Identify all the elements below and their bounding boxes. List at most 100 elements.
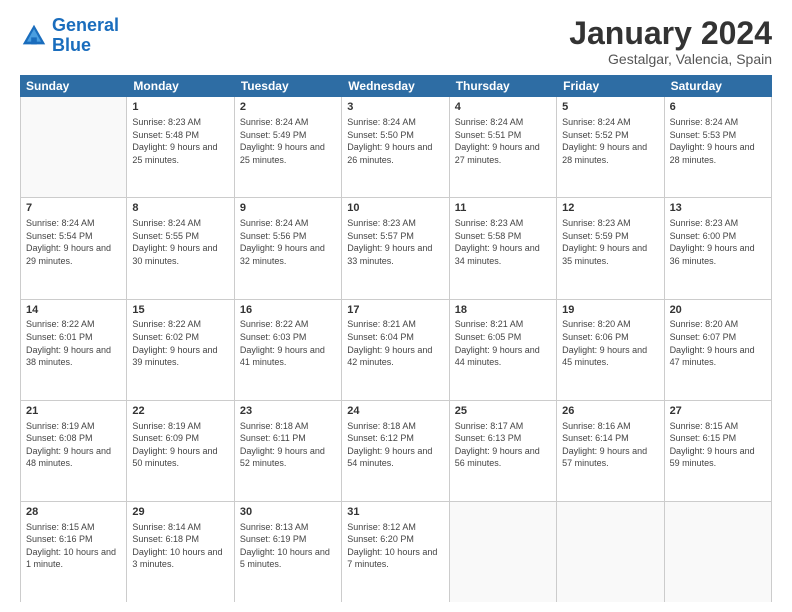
- cal-cell-3-0: 21Sunrise: 8:19 AMSunset: 6:08 PMDayligh…: [20, 401, 127, 501]
- cell-info: Sunrise: 8:18 AMSunset: 6:12 PMDaylight:…: [347, 420, 443, 470]
- day-number: 17: [347, 303, 443, 318]
- header-day-tuesday: Tuesday: [235, 75, 342, 97]
- calendar-header: SundayMondayTuesdayWednesdayThursdayFrid…: [20, 75, 772, 97]
- cal-cell-4-3: 31Sunrise: 8:12 AMSunset: 6:20 PMDayligh…: [342, 502, 449, 602]
- cal-cell-1-4: 11Sunrise: 8:23 AMSunset: 5:58 PMDayligh…: [450, 198, 557, 298]
- day-number: 2: [240, 100, 336, 115]
- day-number: 26: [562, 404, 658, 419]
- day-number: 20: [670, 303, 766, 318]
- logo-line1: General: [52, 15, 119, 35]
- day-number: 24: [347, 404, 443, 419]
- cal-cell-3-3: 24Sunrise: 8:18 AMSunset: 6:12 PMDayligh…: [342, 401, 449, 501]
- cal-cell-3-4: 25Sunrise: 8:17 AMSunset: 6:13 PMDayligh…: [450, 401, 557, 501]
- cal-cell-2-5: 19Sunrise: 8:20 AMSunset: 6:06 PMDayligh…: [557, 300, 664, 400]
- cell-info: Sunrise: 8:23 AMSunset: 5:57 PMDaylight:…: [347, 217, 443, 267]
- cal-cell-0-6: 6Sunrise: 8:24 AMSunset: 5:53 PMDaylight…: [665, 97, 772, 197]
- day-number: 3: [347, 100, 443, 115]
- day-number: 19: [562, 303, 658, 318]
- day-number: 8: [132, 201, 228, 216]
- cal-cell-4-0: 28Sunrise: 8:15 AMSunset: 6:16 PMDayligh…: [20, 502, 127, 602]
- cal-cell-4-4: [450, 502, 557, 602]
- cell-info: Sunrise: 8:22 AMSunset: 6:03 PMDaylight:…: [240, 318, 336, 368]
- day-number: 10: [347, 201, 443, 216]
- day-number: 28: [26, 505, 121, 520]
- cal-cell-2-1: 15Sunrise: 8:22 AMSunset: 6:02 PMDayligh…: [127, 300, 234, 400]
- day-number: 27: [670, 404, 766, 419]
- cal-cell-0-1: 1Sunrise: 8:23 AMSunset: 5:48 PMDaylight…: [127, 97, 234, 197]
- cal-cell-1-5: 12Sunrise: 8:23 AMSunset: 5:59 PMDayligh…: [557, 198, 664, 298]
- week-row-2: 14Sunrise: 8:22 AMSunset: 6:01 PMDayligh…: [20, 300, 772, 401]
- header-day-saturday: Saturday: [665, 75, 772, 97]
- logo: General Blue: [20, 16, 119, 56]
- day-number: 31: [347, 505, 443, 520]
- day-number: 16: [240, 303, 336, 318]
- day-number: 23: [240, 404, 336, 419]
- cal-cell-2-0: 14Sunrise: 8:22 AMSunset: 6:01 PMDayligh…: [20, 300, 127, 400]
- day-number: 4: [455, 100, 551, 115]
- cal-cell-1-6: 13Sunrise: 8:23 AMSunset: 6:00 PMDayligh…: [665, 198, 772, 298]
- cell-info: Sunrise: 8:22 AMSunset: 6:02 PMDaylight:…: [132, 318, 228, 368]
- cell-info: Sunrise: 8:24 AMSunset: 5:50 PMDaylight:…: [347, 116, 443, 166]
- cell-info: Sunrise: 8:20 AMSunset: 6:07 PMDaylight:…: [670, 318, 766, 368]
- cell-info: Sunrise: 8:23 AMSunset: 6:00 PMDaylight:…: [670, 217, 766, 267]
- logo-line2: Blue: [52, 35, 91, 55]
- day-number: 1: [132, 100, 228, 115]
- header: General Blue January 2024 Gestalgar, Val…: [20, 16, 772, 67]
- cal-cell-3-2: 23Sunrise: 8:18 AMSunset: 6:11 PMDayligh…: [235, 401, 342, 501]
- cal-cell-0-4: 4Sunrise: 8:24 AMSunset: 5:51 PMDaylight…: [450, 97, 557, 197]
- cal-cell-4-2: 30Sunrise: 8:13 AMSunset: 6:19 PMDayligh…: [235, 502, 342, 602]
- cell-info: Sunrise: 8:23 AMSunset: 5:59 PMDaylight:…: [562, 217, 658, 267]
- day-number: 6: [670, 100, 766, 115]
- cal-cell-0-2: 2Sunrise: 8:24 AMSunset: 5:49 PMDaylight…: [235, 97, 342, 197]
- day-number: 21: [26, 404, 121, 419]
- day-number: 12: [562, 201, 658, 216]
- cell-info: Sunrise: 8:22 AMSunset: 6:01 PMDaylight:…: [26, 318, 121, 368]
- cell-info: Sunrise: 8:21 AMSunset: 6:04 PMDaylight:…: [347, 318, 443, 368]
- page: General Blue January 2024 Gestalgar, Val…: [0, 0, 792, 612]
- cal-cell-3-6: 27Sunrise: 8:15 AMSunset: 6:15 PMDayligh…: [665, 401, 772, 501]
- day-number: 25: [455, 404, 551, 419]
- cell-info: Sunrise: 8:17 AMSunset: 6:13 PMDaylight:…: [455, 420, 551, 470]
- day-number: 15: [132, 303, 228, 318]
- week-row-3: 21Sunrise: 8:19 AMSunset: 6:08 PMDayligh…: [20, 401, 772, 502]
- cal-cell-1-0: 7Sunrise: 8:24 AMSunset: 5:54 PMDaylight…: [20, 198, 127, 298]
- title-block: January 2024 Gestalgar, Valencia, Spain: [569, 16, 772, 67]
- day-number: 7: [26, 201, 121, 216]
- cell-info: Sunrise: 8:23 AMSunset: 5:58 PMDaylight:…: [455, 217, 551, 267]
- calendar-body: 1Sunrise: 8:23 AMSunset: 5:48 PMDaylight…: [20, 97, 772, 602]
- cell-info: Sunrise: 8:15 AMSunset: 6:15 PMDaylight:…: [670, 420, 766, 470]
- day-number: 11: [455, 201, 551, 216]
- cal-cell-4-5: [557, 502, 664, 602]
- cell-info: Sunrise: 8:15 AMSunset: 6:16 PMDaylight:…: [26, 521, 121, 571]
- subtitle: Gestalgar, Valencia, Spain: [569, 51, 772, 67]
- cal-cell-0-5: 5Sunrise: 8:24 AMSunset: 5:52 PMDaylight…: [557, 97, 664, 197]
- cal-cell-2-4: 18Sunrise: 8:21 AMSunset: 6:05 PMDayligh…: [450, 300, 557, 400]
- cal-cell-2-3: 17Sunrise: 8:21 AMSunset: 6:04 PMDayligh…: [342, 300, 449, 400]
- cell-info: Sunrise: 8:21 AMSunset: 6:05 PMDaylight:…: [455, 318, 551, 368]
- cell-info: Sunrise: 8:24 AMSunset: 5:54 PMDaylight:…: [26, 217, 121, 267]
- cell-info: Sunrise: 8:14 AMSunset: 6:18 PMDaylight:…: [132, 521, 228, 571]
- cal-cell-3-1: 22Sunrise: 8:19 AMSunset: 6:09 PMDayligh…: [127, 401, 234, 501]
- day-number: 29: [132, 505, 228, 520]
- calendar: SundayMondayTuesdayWednesdayThursdayFrid…: [20, 75, 772, 602]
- day-number: 5: [562, 100, 658, 115]
- header-day-sunday: Sunday: [20, 75, 127, 97]
- header-day-thursday: Thursday: [450, 75, 557, 97]
- cell-info: Sunrise: 8:12 AMSunset: 6:20 PMDaylight:…: [347, 521, 443, 571]
- cal-cell-0-0: [20, 97, 127, 197]
- cell-info: Sunrise: 8:19 AMSunset: 6:08 PMDaylight:…: [26, 420, 121, 470]
- cal-cell-0-3: 3Sunrise: 8:24 AMSunset: 5:50 PMDaylight…: [342, 97, 449, 197]
- cell-info: Sunrise: 8:16 AMSunset: 6:14 PMDaylight:…: [562, 420, 658, 470]
- cell-info: Sunrise: 8:20 AMSunset: 6:06 PMDaylight:…: [562, 318, 658, 368]
- week-row-1: 7Sunrise: 8:24 AMSunset: 5:54 PMDaylight…: [20, 198, 772, 299]
- day-number: 18: [455, 303, 551, 318]
- header-day-friday: Friday: [557, 75, 664, 97]
- cell-info: Sunrise: 8:24 AMSunset: 5:53 PMDaylight:…: [670, 116, 766, 166]
- day-number: 30: [240, 505, 336, 520]
- cell-info: Sunrise: 8:24 AMSunset: 5:55 PMDaylight:…: [132, 217, 228, 267]
- cell-info: Sunrise: 8:19 AMSunset: 6:09 PMDaylight:…: [132, 420, 228, 470]
- header-day-monday: Monday: [127, 75, 234, 97]
- day-number: 22: [132, 404, 228, 419]
- day-number: 13: [670, 201, 766, 216]
- cell-info: Sunrise: 8:18 AMSunset: 6:11 PMDaylight:…: [240, 420, 336, 470]
